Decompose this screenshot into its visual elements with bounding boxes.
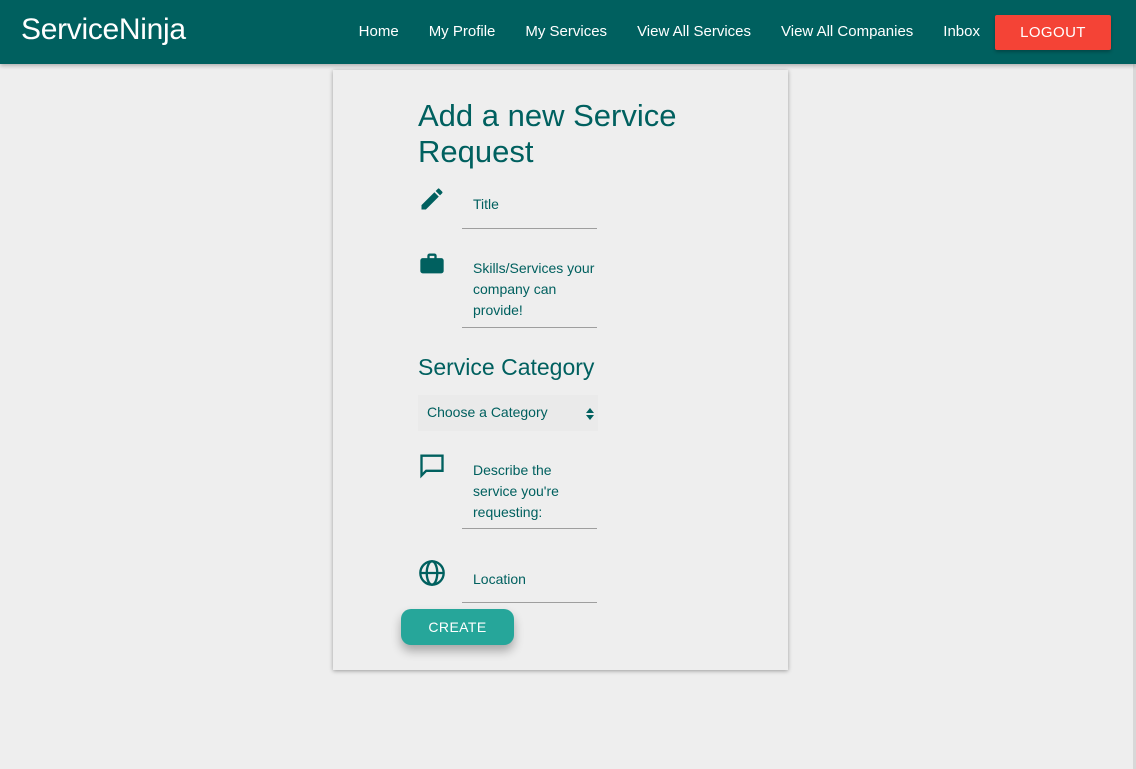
- title-field[interactable]: Title: [462, 194, 597, 229]
- description-field-label: Describe the service you're requesting:: [473, 462, 559, 520]
- form-title: Add a new Service Request: [418, 98, 677, 169]
- service-category-heading: Service Category: [418, 354, 595, 380]
- logout-button[interactable]: LOGOUT: [995, 14, 1111, 50]
- nav-link-view-all-services[interactable]: View All Services: [622, 0, 766, 64]
- navbar: ServiceNinja Home My Profile My Services…: [0, 0, 1136, 64]
- location-field-label: Location: [473, 571, 526, 587]
- create-button[interactable]: CREATE: [401, 609, 514, 645]
- nav-link-view-all-companies[interactable]: View All Companies: [766, 0, 928, 64]
- service-request-form: Add a new Service Request Title Skills/S…: [333, 70, 788, 670]
- category-select[interactable]: Choose a Category: [418, 395, 598, 431]
- nav-link-inbox[interactable]: Inbox: [928, 0, 995, 64]
- nav-link-home[interactable]: Home: [344, 0, 414, 64]
- brand-logo[interactable]: ServiceNinja: [21, 13, 186, 47]
- pencil-icon: [418, 185, 446, 213]
- nav-links: Home My Profile My Services View All Ser…: [344, 0, 1136, 64]
- globe-icon: [418, 559, 446, 587]
- skills-field[interactable]: Skills/Services your company can provide…: [462, 258, 597, 328]
- title-field-label: Title: [473, 196, 499, 212]
- briefcase-icon: [418, 250, 446, 278]
- chat-icon: [418, 451, 446, 479]
- skills-field-label: Skills/Services your company can provide…: [473, 260, 595, 318]
- location-field[interactable]: Location: [462, 569, 597, 603]
- description-field[interactable]: Describe the service you're requesting:: [462, 460, 597, 529]
- category-select-value: Choose a Category: [427, 404, 548, 420]
- nav-link-my-profile[interactable]: My Profile: [414, 0, 511, 64]
- nav-link-my-services[interactable]: My Services: [510, 0, 622, 64]
- select-arrows-icon: [586, 407, 594, 420]
